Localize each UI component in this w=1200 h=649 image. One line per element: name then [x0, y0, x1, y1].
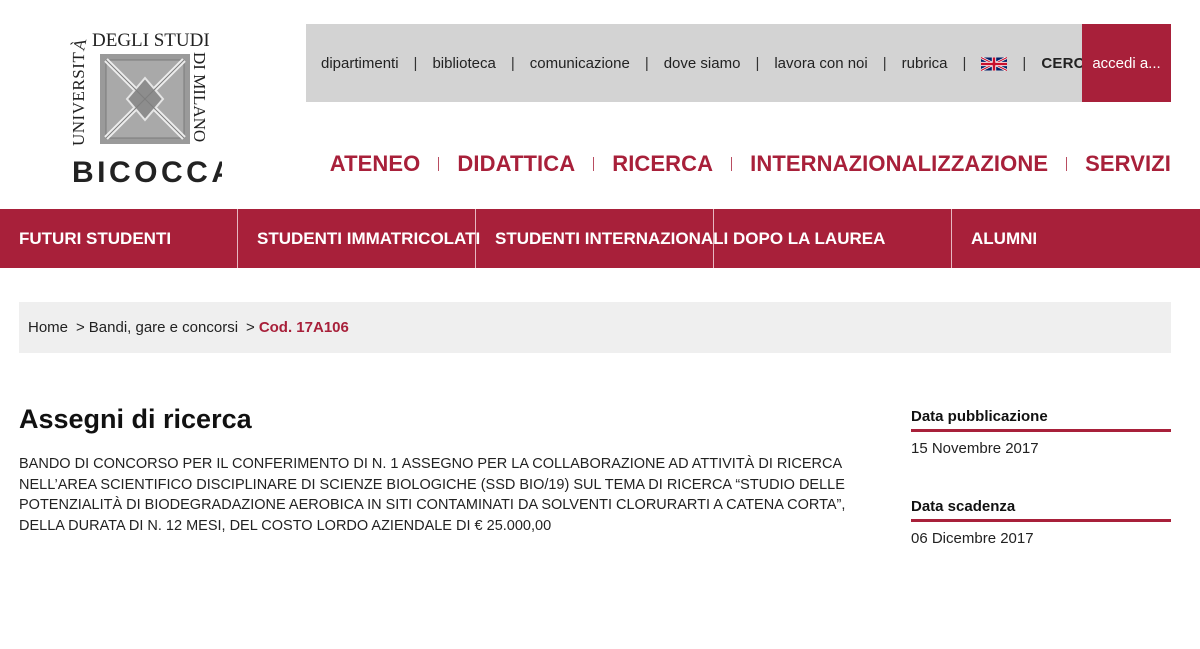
- utility-link-rubrica[interactable]: rubrica: [902, 55, 948, 72]
- logo-arc-text: UNIVERSITÀ: [69, 36, 90, 146]
- deadline-date-label: Data scadenza: [911, 498, 1171, 522]
- deadline-date-block: Data scadenza 06 Dicembre 2017: [911, 498, 1171, 547]
- utility-separator: |: [755, 54, 760, 72]
- utility-separator: |: [962, 54, 967, 72]
- main-nav-didattica[interactable]: DIDATTICA: [457, 151, 575, 177]
- audience-futuri-studenti[interactable]: FUTURI STUDENTI: [0, 209, 238, 268]
- main-nav-separator: [593, 157, 595, 171]
- breadcrumb-current: Cod. 17A106: [258, 319, 349, 336]
- logo-line-side: DI MILANO: [190, 52, 209, 142]
- audience-nav: FUTURI STUDENTI STUDENTI IMMATRICOLATI S…: [0, 209, 1200, 268]
- announcement-description: BANDO DI CONCORSO PER IL CONFERIMENTO DI…: [19, 456, 846, 534]
- utility-nav: dipartimenti | biblioteca | comunicazion…: [306, 24, 1123, 102]
- bicocca-logo-icon: UNIVERSITÀ DEGLI STUDI DI MILANO BICOCCA: [69, 30, 222, 188]
- main-nav-internazionalizzazione[interactable]: INTERNAZIONALIZZAZIONE: [750, 151, 1048, 177]
- utility-link-biblioteca[interactable]: biblioteca: [432, 55, 495, 72]
- main-nav-ricerca[interactable]: RICERCA: [612, 151, 713, 177]
- breadcrumb-separator: >: [246, 319, 255, 336]
- login-button[interactable]: accedi a...: [1082, 24, 1171, 102]
- publication-date-block: Data pubblicazione 15 Novembre 2017: [911, 408, 1171, 457]
- utility-link-dove-siamo[interactable]: dove siamo: [664, 55, 741, 72]
- audience-studenti-internazionali[interactable]: STUDENTI INTERNAZIONALI: [476, 209, 728, 268]
- logo-line-bottom: BICOCCA: [72, 156, 222, 188]
- university-logo[interactable]: UNIVERSITÀ DEGLI STUDI DI MILANO BICOCCA: [62, 18, 222, 188]
- utility-separator: |: [644, 54, 649, 72]
- audience-studenti-immatricolati[interactable]: STUDENTI IMMATRICOLATI: [238, 209, 480, 268]
- utility-separator: |: [1022, 54, 1027, 72]
- breadcrumb-home[interactable]: Home: [28, 319, 68, 336]
- audience-dopo-la-laurea[interactable]: DOPO LA LAUREA: [714, 209, 952, 268]
- utility-link-lavora-con-noi[interactable]: lavora con noi: [774, 55, 867, 72]
- main-nav-separator: [731, 157, 733, 171]
- language-switch[interactable]: [981, 55, 1008, 72]
- utility-link-dipartimenti[interactable]: dipartimenti: [321, 55, 399, 72]
- main-nav: ATENEO DIDATTICA RICERCA INTERNAZIONALIZ…: [330, 148, 1171, 180]
- uk-flag-icon: [981, 56, 1008, 71]
- svg-text:UNIVERSITÀ: UNIVERSITÀ: [69, 36, 91, 146]
- utility-separator: |: [510, 54, 515, 72]
- breadcrumb: Home > Bandi, gare e concorsi > Cod. 17A…: [19, 302, 1171, 353]
- publication-date-label: Data pubblicazione: [911, 408, 1171, 432]
- utility-separator: |: [413, 54, 418, 72]
- main-nav-servizi[interactable]: SERVIZI: [1085, 151, 1171, 177]
- main-nav-ateneo[interactable]: ATENEO: [330, 151, 421, 177]
- publication-date-value: 15 Novembre 2017: [911, 440, 1039, 457]
- logo-line-top: DEGLI STUDI: [92, 30, 210, 51]
- breadcrumb-section[interactable]: Bandi, gare e concorsi: [89, 319, 238, 336]
- utility-link-comunicazione[interactable]: comunicazione: [530, 55, 630, 72]
- main-nav-separator: [1066, 157, 1068, 171]
- deadline-date-value: 06 Dicembre 2017: [911, 530, 1034, 547]
- page-title: Assegni di ricerca: [19, 404, 252, 434]
- utility-separator: |: [882, 54, 887, 72]
- main-nav-separator: [438, 157, 440, 171]
- breadcrumb-separator: >: [76, 319, 85, 336]
- audience-alumni[interactable]: ALUMNI: [952, 209, 1200, 268]
